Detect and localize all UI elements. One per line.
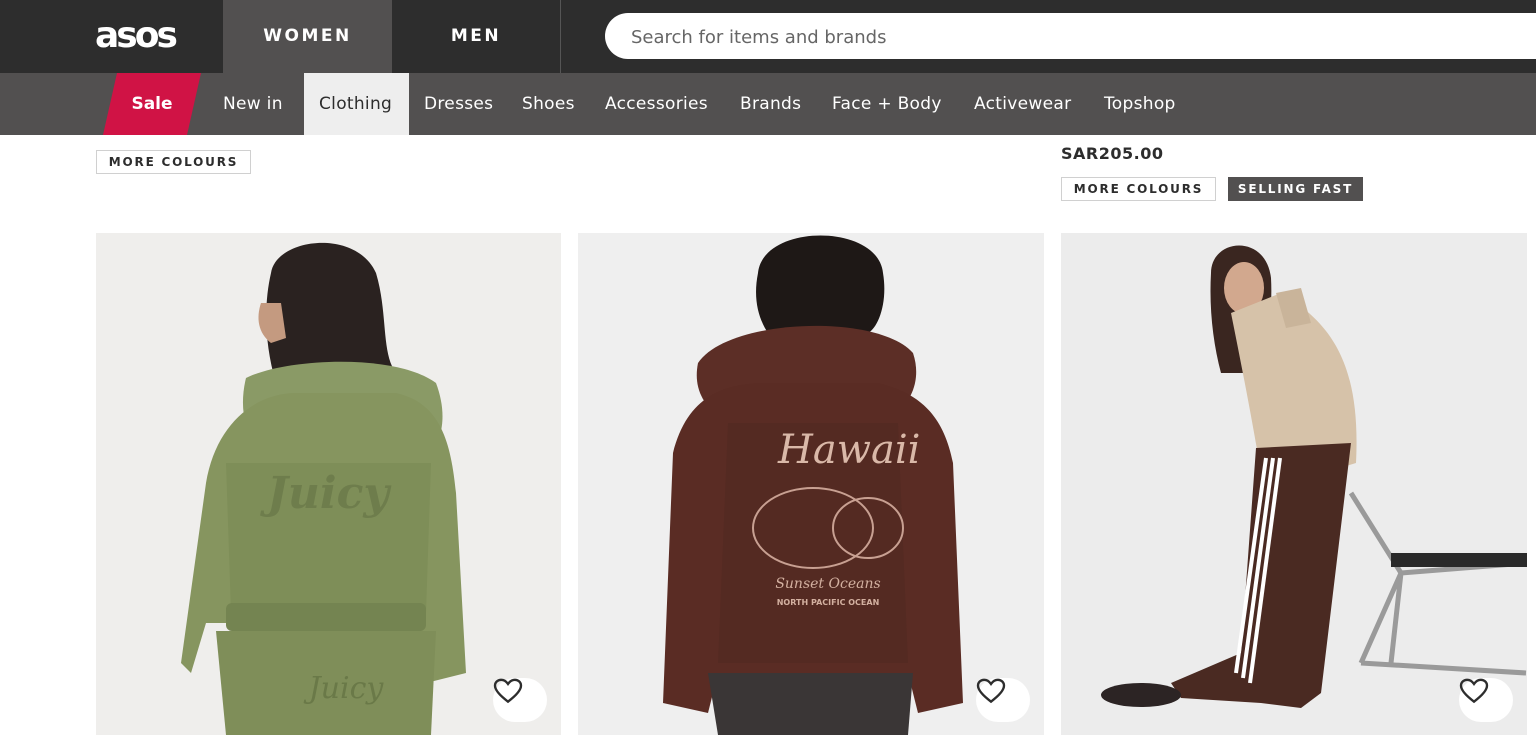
search-input[interactable] <box>629 13 1513 61</box>
product-card[interactable] <box>1061 233 1527 735</box>
selling-fast-badge: SELLING FAST <box>1228 177 1363 201</box>
product-price: SAR205.00 <box>1061 144 1164 163</box>
nav-item-new-in[interactable]: New in <box>223 73 283 135</box>
svg-text:Juicy: Juicy <box>260 468 392 519</box>
category-nav: Sale New in Clothing Dresses Shoes Acces… <box>0 73 1536 135</box>
heart-icon <box>493 678 523 704</box>
tab-women[interactable]: WOMEN <box>223 0 392 73</box>
product-card[interactable]: Juicy Juicy <box>96 233 561 735</box>
svg-text:NORTH PACIFIC OCEAN: NORTH PACIFIC OCEAN <box>777 598 880 607</box>
svg-text:Juicy: Juicy <box>303 671 385 706</box>
nav-item-dresses[interactable]: Dresses <box>424 73 493 135</box>
svg-text:Hawaii: Hawaii <box>777 427 920 473</box>
nav-item-face-body[interactable]: Face + Body <box>832 73 942 135</box>
olive-hoodie-photo: Juicy Juicy <box>96 233 561 735</box>
beige-jacket-striped-trousers-photo <box>1061 233 1527 735</box>
brown-hawaii-hoodie-photo: Hawaii Sunset Oceans NORTH PACIFIC OCEAN <box>578 233 1044 735</box>
nav-item-accessories[interactable]: Accessories <box>605 73 708 135</box>
save-for-later-button[interactable] <box>976 678 1030 722</box>
heart-icon <box>1459 678 1489 704</box>
save-for-later-button[interactable] <box>493 678 547 722</box>
product-card[interactable]: Hawaii Sunset Oceans NORTH PACIFIC OCEAN <box>578 233 1044 735</box>
search-box[interactable] <box>605 13 1536 61</box>
top-bar: asos WOMEN MEN <box>0 0 1536 73</box>
nav-item-shoes[interactable]: Shoes <box>522 73 575 135</box>
save-for-later-button[interactable] <box>1459 678 1513 722</box>
tab-men[interactable]: MEN <box>392 0 560 73</box>
nav-item-activewear[interactable]: Activewear <box>974 73 1071 135</box>
more-colours-badge: MORE COLOURS <box>1061 177 1216 201</box>
nav-item-clothing[interactable]: Clothing <box>304 73 409 135</box>
header-divider <box>560 0 561 73</box>
heart-icon <box>976 678 1006 704</box>
nav-sale[interactable]: Sale <box>103 73 201 135</box>
nav-item-topshop[interactable]: Topshop <box>1104 73 1176 135</box>
svg-text:Sunset Oceans: Sunset Oceans <box>775 576 880 592</box>
asos-logo[interactable]: asos <box>95 12 195 60</box>
more-colours-badge: MORE COLOURS <box>96 150 251 174</box>
nav-item-brands[interactable]: Brands <box>740 73 801 135</box>
